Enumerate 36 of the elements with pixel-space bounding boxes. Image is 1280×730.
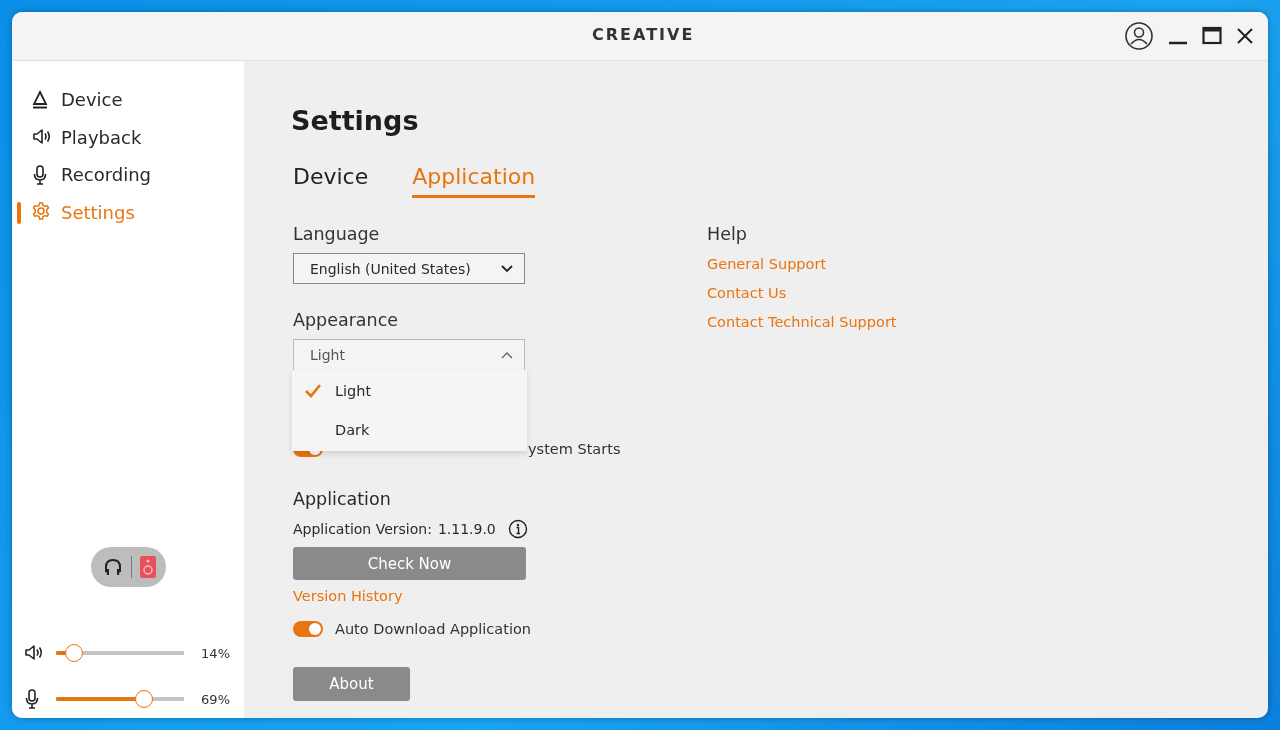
volume-reading: 14% [201,645,231,661]
version-label: Application Version: [293,521,432,537]
triangle-icon [32,89,50,110]
slider-thumb[interactable] [64,644,83,662]
field-label: Appearance [293,310,399,330]
toggle-switch[interactable] [293,621,323,637]
nav-item[interactable]: Recording [12,156,244,194]
speaker-icon [24,643,44,663]
volume-reading: 69% [201,691,231,707]
headphones-icon[interactable] [102,557,123,577]
maximize-icon[interactable] [1202,26,1222,46]
info-icon [507,519,528,539]
slider-thumb[interactable] [135,690,154,708]
tab[interactable]: Device [293,164,369,198]
chevron-down-icon [500,263,514,274]
chevron-up-icon [500,349,514,361]
speaker-box-icon[interactable] [139,556,156,578]
about-button[interactable]: About [293,667,410,701]
page-title: Settings [291,105,419,136]
menu-option[interactable]: Light [292,372,527,411]
account-icon[interactable] [1124,21,1154,51]
version-number: 1.11.9.0 [437,521,496,537]
dropdown[interactable]: English (United States) [293,253,525,284]
menu-option[interactable]: Dark [292,410,527,449]
settings-icon [32,202,50,223]
section-heading: Application [293,489,391,509]
toggle-label: Auto Download Application [335,621,531,637]
check-now-button[interactable]: Check Now [293,547,526,580]
nav-item[interactable]: Device [12,81,244,119]
field-label: Language [293,224,380,244]
close-icon[interactable] [1236,27,1254,45]
section-heading: Help [707,224,747,244]
nav-item[interactable]: Playback [12,118,244,156]
toggle-label: ystem Starts [528,441,621,457]
brand-logo: CREATIVE [592,25,695,44]
dropdown[interactable]: Light [293,339,525,370]
